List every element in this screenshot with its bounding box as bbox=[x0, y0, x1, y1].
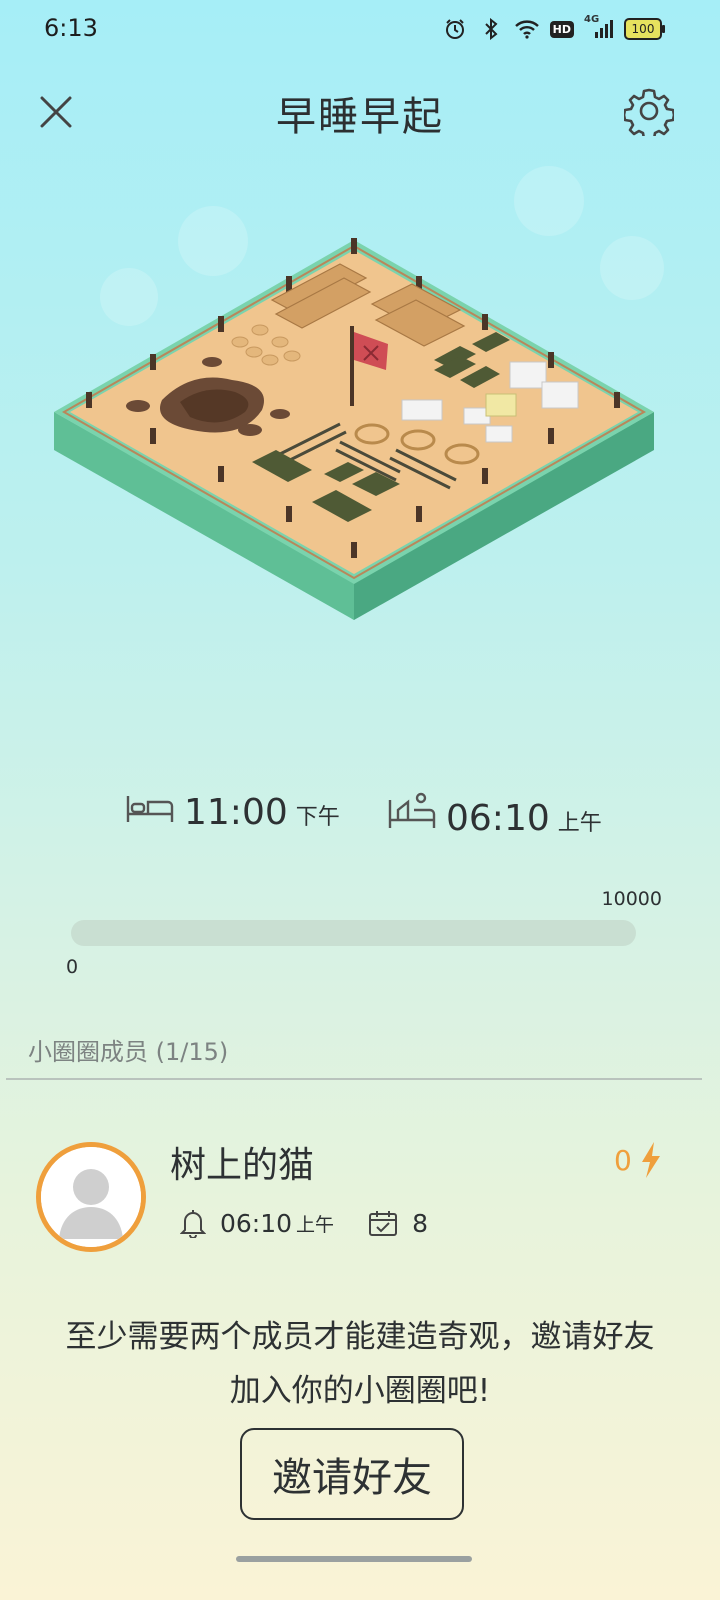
member-alarm-ampm: 上午 bbox=[296, 1213, 335, 1236]
network-type-label: 4G bbox=[584, 14, 600, 25]
bed-icon bbox=[126, 796, 174, 822]
member-name: 树上的猫 bbox=[170, 1145, 315, 1186]
member-score: 0 bbox=[614, 1142, 662, 1178]
background-bubble bbox=[514, 166, 584, 236]
home-indicator[interactable] bbox=[236, 1556, 472, 1562]
schedule-row: 11:00 下午 06:10 上午 bbox=[0, 792, 720, 852]
sleep-time: 11:00 bbox=[184, 792, 288, 833]
signal-icon: 4G bbox=[584, 14, 614, 42]
gear-icon bbox=[622, 88, 676, 142]
status-icons: HD 4G 100 bbox=[442, 14, 665, 42]
battery-icon: 100 bbox=[624, 18, 665, 40]
sleep-ampm: 下午 bbox=[295, 805, 340, 830]
bell-icon bbox=[180, 1210, 206, 1238]
wake-ampm: 上午 bbox=[557, 811, 602, 836]
wifi-icon bbox=[514, 16, 540, 42]
members-section-title: 小圈圈成员 (1/15) bbox=[28, 1038, 229, 1066]
construction-site-illustration bbox=[54, 238, 654, 620]
wake-time: 06:10 bbox=[446, 798, 550, 839]
member-alarm-time: 06:10 bbox=[220, 1208, 293, 1238]
default-avatar-icon bbox=[41, 1147, 141, 1247]
bluetooth-icon bbox=[478, 16, 504, 42]
alarm-icon bbox=[442, 16, 468, 42]
invite-notice: 至少需要两个成员才能建造奇观，邀请好友 加入你的小圈圈吧! bbox=[0, 1310, 720, 1418]
member-score-value: 0 bbox=[614, 1143, 632, 1177]
invite-notice-line1: 至少需要两个成员才能建造奇观，邀请好友 bbox=[65, 1319, 655, 1355]
wake-up-icon bbox=[388, 792, 436, 828]
hd-icon: HD bbox=[549, 20, 574, 38]
member-meta: 06:10 上午 8 bbox=[180, 1208, 428, 1238]
lightning-icon bbox=[641, 1142, 660, 1178]
page-title: 早睡早起 bbox=[276, 94, 444, 140]
progress-max-label: 10000 bbox=[601, 888, 662, 910]
calendar-check-icon bbox=[369, 1211, 398, 1236]
progress-bar bbox=[71, 920, 636, 946]
member-checkin-days: 8 bbox=[412, 1208, 428, 1238]
status-time: 6:13 bbox=[44, 14, 98, 42]
invite-friends-button[interactable]: 邀请好友 bbox=[240, 1428, 464, 1520]
avatar[interactable] bbox=[36, 1142, 146, 1252]
progress-min-label: 0 bbox=[66, 956, 79, 978]
invite-notice-line2: 加入你的小圈圈吧! bbox=[229, 1373, 491, 1409]
divider bbox=[6, 1078, 702, 1080]
wake-time-item: 06:10 上午 bbox=[388, 792, 602, 839]
settings-button[interactable] bbox=[622, 86, 676, 142]
sleep-time-item: 11:00 下午 bbox=[126, 792, 340, 833]
